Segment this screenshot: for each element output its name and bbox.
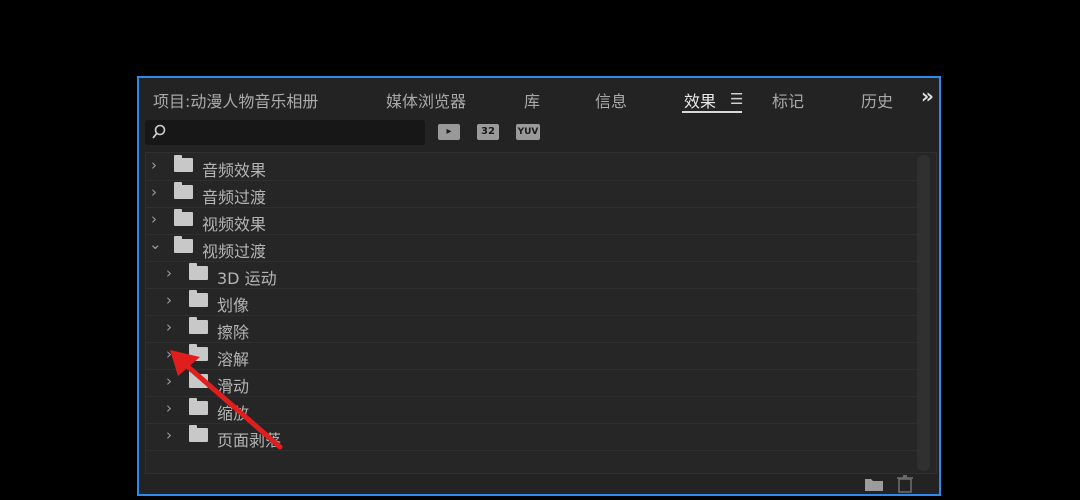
chevron-right-icon[interactable]: › — [166, 372, 178, 390]
folder-icon — [189, 344, 208, 361]
chevron-right-icon[interactable]: › — [166, 399, 178, 417]
panel-tab-bar: 项目:动漫人物音乐相册 媒体浏览器 库 信息 效果 ☰ 标记 历史 » — [139, 78, 939, 118]
chevron-right-icon[interactable]: › — [166, 318, 178, 336]
tree-item-label: 划像 — [217, 296, 250, 315]
folder-icon — [174, 236, 193, 253]
32bit-filter-button[interactable]: 32 — [477, 124, 499, 140]
accelerated-effects-icon: ▸ — [446, 126, 452, 137]
tree-item-dissolve[interactable]: › 溶解 — [146, 342, 918, 370]
tab-libraries[interactable]: 库 — [524, 88, 540, 112]
tree-item-label: 页面剥落 — [217, 431, 282, 450]
accelerated-effects-filter-button[interactable]: ▸ — [438, 124, 460, 140]
tree-item-label: 溶解 — [217, 350, 250, 369]
folder-icon — [174, 209, 193, 226]
tree-item-label: 擦除 — [217, 323, 250, 342]
tab-effects[interactable]: 效果 — [684, 88, 716, 112]
tree-item-iris[interactable]: › 划像 — [146, 288, 918, 316]
tree-item-slide[interactable]: › 滑动 — [146, 369, 918, 397]
yuv-filter-button[interactable]: YUV — [516, 124, 540, 140]
chevron-right-icon[interactable]: › — [166, 426, 178, 444]
search-icon — [152, 124, 166, 139]
chevron-right-icon[interactable]: › — [151, 156, 163, 174]
tree-item-label: 滑动 — [217, 377, 250, 396]
chevron-right-icon[interactable]: › — [166, 345, 178, 363]
tab-overflow-icon[interactable]: » — [921, 84, 934, 108]
tree-item-audio-effects[interactable]: › 音频效果 — [146, 153, 918, 181]
chevron-down-icon[interactable]: ⌄ — [149, 235, 162, 253]
tree-item-label: 视频效果 — [202, 215, 267, 234]
trash-icon[interactable] — [896, 474, 914, 493]
tree-item-video-effects[interactable]: › 视频效果 — [146, 207, 918, 235]
tab-markers[interactable]: 标记 — [772, 88, 804, 112]
vertical-scrollbar[interactable] — [917, 155, 930, 471]
chevron-right-icon[interactable]: › — [151, 210, 163, 228]
active-tab-indicator — [682, 111, 742, 113]
tree-item-label: 缩放 — [217, 404, 250, 423]
tree-item-label: 音频过渡 — [202, 188, 267, 207]
effects-tree: › 音频效果 › 音频过渡 › 视频效果 ⌄ 视频过渡 › 3D 运动 › 划像 — [145, 152, 937, 474]
chevron-right-icon[interactable]: › — [151, 183, 163, 201]
tree-item-label: 视频过渡 — [202, 242, 267, 261]
tree-item-page-peel[interactable]: › 页面剥落 — [146, 423, 918, 451]
effects-panel: 项目:动漫人物音乐相册 媒体浏览器 库 信息 效果 ☰ 标记 历史 » ▸ 32… — [137, 76, 941, 496]
chevron-right-icon[interactable]: › — [166, 264, 178, 282]
panel-menu-icon[interactable]: ☰ — [730, 90, 743, 108]
folder-icon — [189, 263, 208, 280]
folder-icon — [174, 182, 193, 199]
new-bin-icon[interactable] — [864, 476, 884, 492]
tree-item-label: 3D 运动 — [217, 269, 277, 288]
tab-history[interactable]: 历史 — [861, 88, 893, 112]
folder-icon — [174, 155, 193, 172]
tab-media-browser[interactable]: 媒体浏览器 — [386, 88, 466, 112]
tree-item-label: 音频效果 — [202, 161, 267, 180]
folder-icon — [189, 317, 208, 334]
tab-project[interactable]: 项目:动漫人物音乐相册 — [153, 88, 318, 112]
tree-item-audio-transitions[interactable]: › 音频过渡 — [146, 180, 918, 208]
tree-item-zoom[interactable]: › 缩放 — [146, 396, 918, 424]
folder-icon — [189, 398, 208, 415]
folder-icon — [189, 425, 208, 442]
tree-item-wipe[interactable]: › 擦除 — [146, 315, 918, 343]
folder-icon — [189, 371, 208, 388]
chevron-right-icon[interactable]: › — [166, 291, 178, 309]
tab-info[interactable]: 信息 — [595, 88, 627, 112]
search-input[interactable] — [145, 120, 425, 145]
folder-icon — [189, 290, 208, 307]
tree-item-video-transitions[interactable]: ⌄ 视频过渡 — [146, 234, 918, 262]
tree-item-3d-motion[interactable]: › 3D 运动 — [146, 261, 918, 289]
